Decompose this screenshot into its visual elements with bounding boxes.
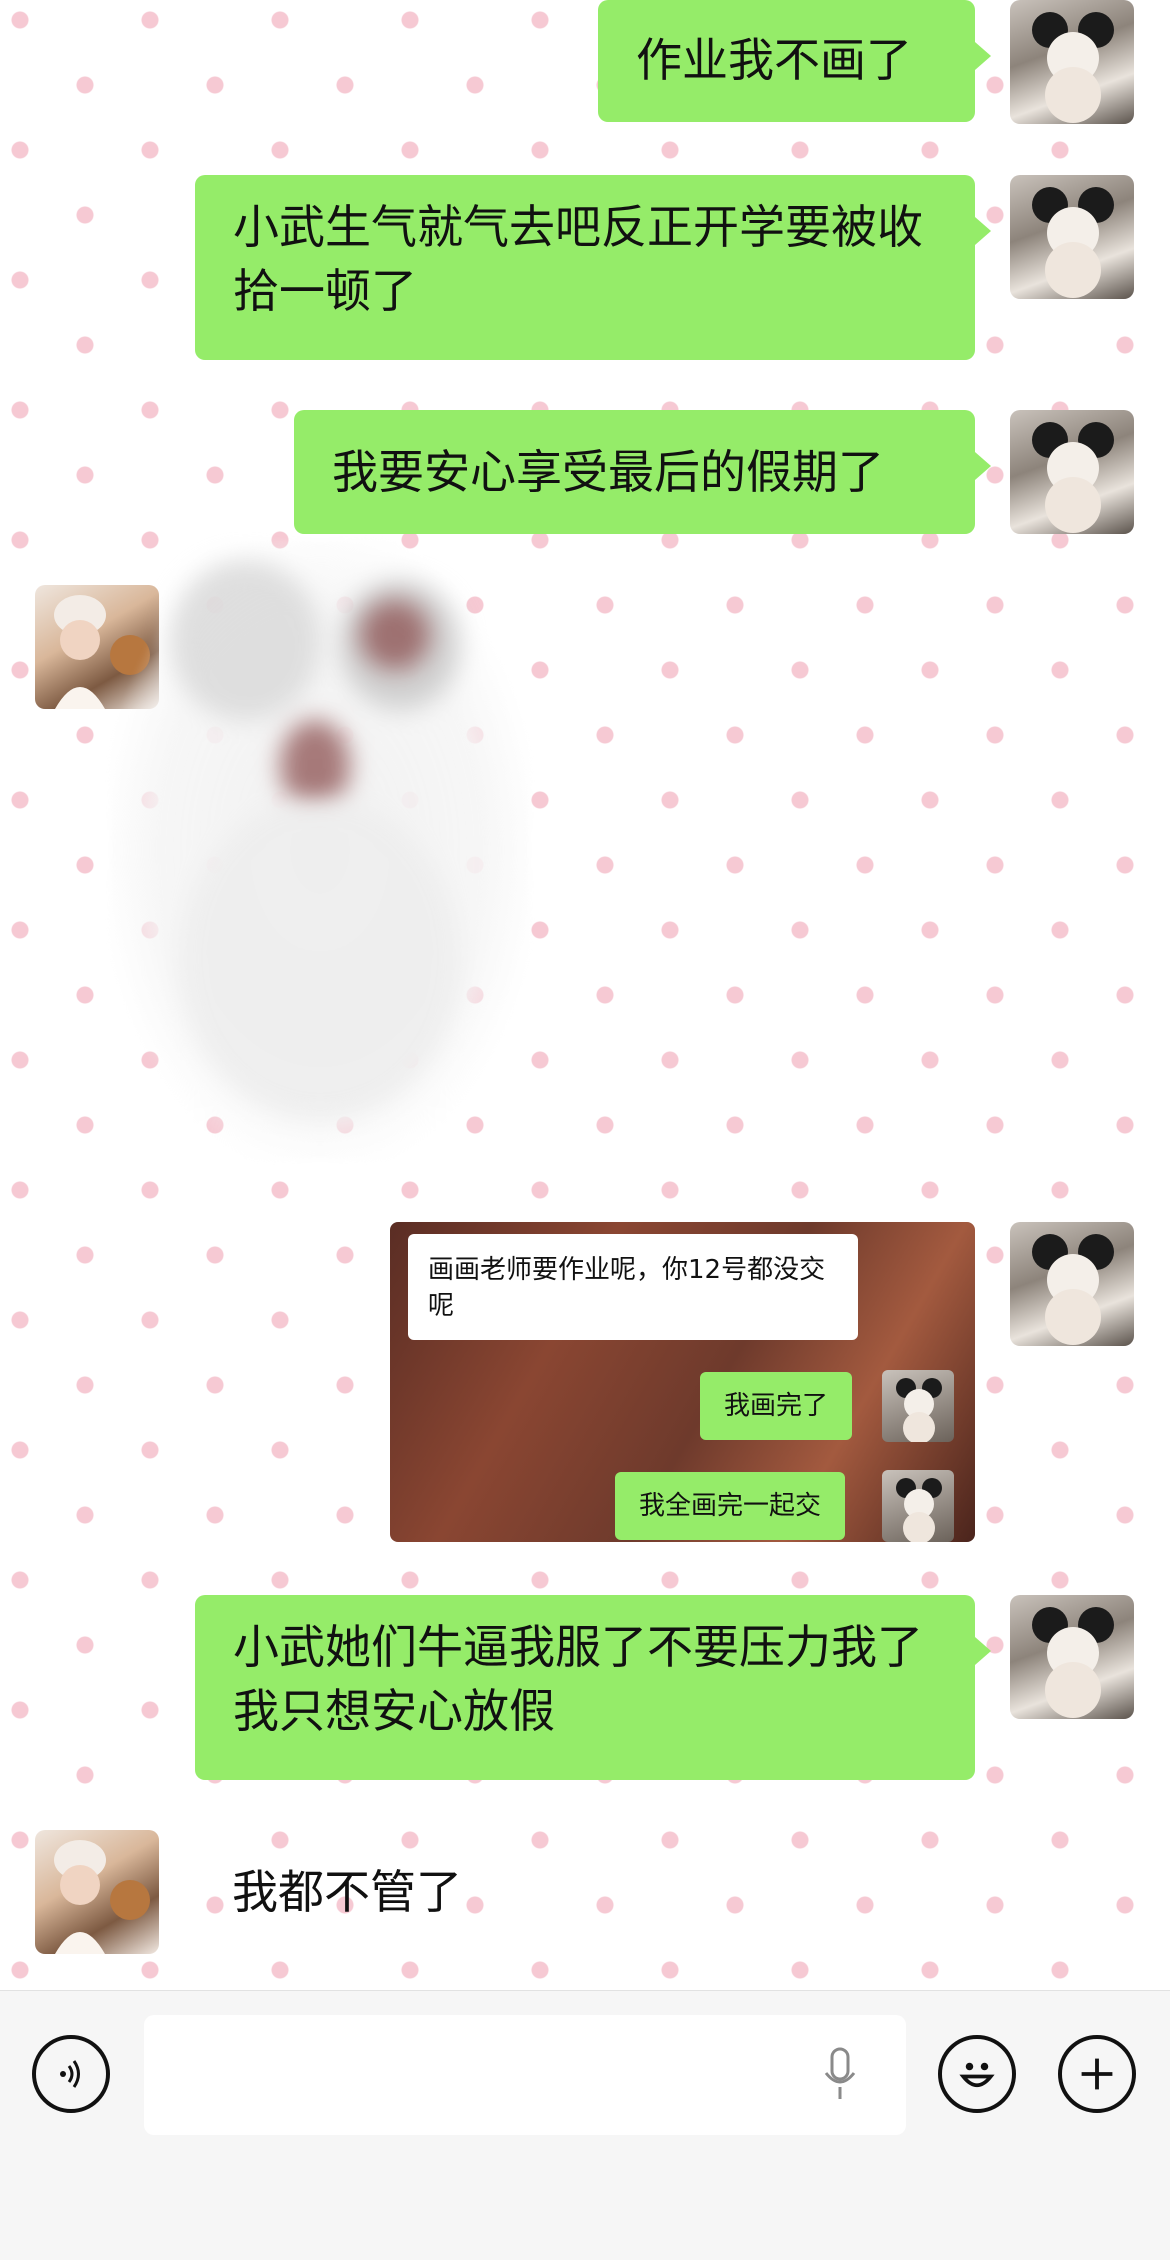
avatar[interactable] [35,1830,159,1954]
screenshot-image[interactable]: 画画老师要作业呢，你12号都没交呢 我画完了 我全画完一起交 [390,1222,975,1542]
avatar[interactable] [1010,410,1134,534]
message-bubble[interactable]: 小武生气就气去吧反正开学要被收拾一顿了 [195,175,991,360]
message-text: 我都不管了 [232,1865,462,1919]
voice-icon [60,2060,80,2088]
avatar [882,1370,954,1442]
input-bar [0,1990,1170,2260]
avatar[interactable] [1010,1595,1134,1719]
mickey-avatar-icon [1032,1234,1114,1345]
message-text: 我要安心享受最后的假期了 [332,445,884,499]
screenshot-reply-bubble: 我全画完一起交 [615,1472,846,1540]
screenshot-incoming-bubble: 画画老师要作业呢，你12号都没交呢 [408,1234,858,1340]
screenshot-reply-bubble: 我画完了 [700,1372,853,1440]
plus-icon [1081,2058,1113,2090]
message-text: 作业我不画了 [636,33,912,87]
avatar[interactable] [1010,1222,1134,1346]
emoji-icon [959,2062,995,2088]
message-text: 小武她们牛逼我服了不要压力我了我只想安心放假 [233,1620,923,1738]
message-input[interactable] [144,2015,906,2135]
chat-area: 作业我不画了 小武生气就气去吧反正开学要被收拾一顿了 我要安心享受最后的假期了 [0,0,1170,1990]
mickey-avatar-icon [1032,422,1114,533]
message-text-incoming[interactable]: 我都不管了 [232,1860,462,1924]
voice-button[interactable] [32,2035,110,2113]
mickey-avatar-icon [896,1378,942,1442]
girl-avatar-icon [54,1840,150,1954]
avatar [882,1470,954,1542]
message-bubble[interactable]: 作业我不画了 [598,0,991,122]
screenshot-incoming-text: 画画老师要作业呢，你12号都没交呢 [428,1255,826,1321]
emoji-button[interactable] [938,2035,1016,2113]
microphone-icon[interactable] [820,2045,860,2105]
avatar[interactable] [1010,175,1134,299]
avatar[interactable] [1010,0,1134,124]
plus-button[interactable] [1058,2035,1136,2113]
mickey-avatar-icon [1032,187,1114,298]
mickey-avatar-icon [896,1478,942,1542]
mickey-avatar-icon [1032,1607,1114,1718]
screenshot-reply-text: 我画完了 [724,1391,829,1421]
blurred-image[interactable] [110,540,530,1160]
message-bubble[interactable]: 小武她们牛逼我服了不要压力我了我只想安心放假 [195,1595,991,1780]
message-text: 小武生气就气去吧反正开学要被收拾一顿了 [233,200,923,318]
mickey-avatar-icon [1032,12,1114,123]
message-bubble[interactable]: 我要安心享受最后的假期了 [294,410,991,534]
screenshot-reply-text: 我全画完一起交 [639,1491,822,1521]
